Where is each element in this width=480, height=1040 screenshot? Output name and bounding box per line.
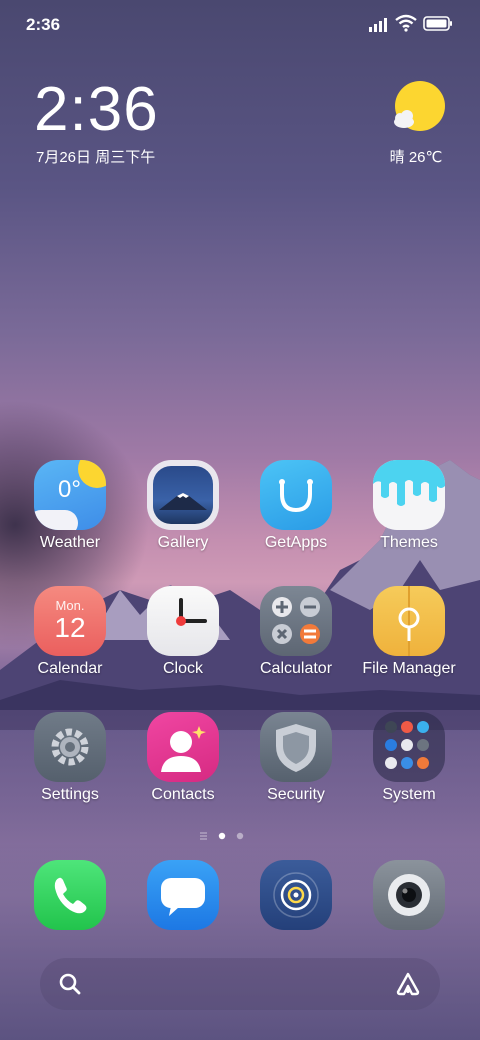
app-file-manager[interactable]: File Manager	[353, 586, 465, 678]
browser-icon	[260, 860, 332, 930]
app-gallery[interactable]: Gallery	[127, 460, 239, 552]
app-label: Security	[267, 786, 325, 803]
clock-icon	[147, 586, 219, 656]
app-security[interactable]: Security	[240, 712, 352, 804]
app-settings[interactable]: Settings	[14, 712, 126, 804]
wifi-icon	[395, 14, 417, 32]
app-clock[interactable]: Clock	[127, 586, 239, 678]
search-bar[interactable]	[40, 958, 440, 1010]
calendar-day: 12	[54, 612, 86, 643]
weather-temperature: 26℃	[408, 149, 443, 166]
file-manager-icon	[373, 586, 445, 656]
app-label: Weather	[39, 534, 101, 551]
signal-icon	[369, 18, 387, 32]
themes-icon	[373, 460, 445, 530]
settings-icon	[34, 712, 106, 782]
weather-app-icon: 0°	[34, 460, 106, 530]
status-bar: 2:36	[0, 0, 480, 50]
app-contacts[interactable]: Contacts	[127, 712, 239, 804]
app-label: Gallery	[157, 534, 209, 551]
gallery-icon	[147, 460, 219, 530]
app-label: Calculator	[259, 660, 333, 677]
dock-phone[interactable]	[14, 860, 126, 930]
system-folder-icon	[373, 712, 445, 782]
app-label: Calendar	[37, 660, 103, 677]
message-icon	[147, 860, 219, 930]
app-label: Settings	[41, 786, 99, 803]
app-system-folder[interactable]: System	[353, 712, 465, 804]
app-getapps[interactable]: GetApps	[240, 460, 352, 552]
clock-widget-time[interactable]: 2:36	[34, 78, 159, 142]
weather-widget-text[interactable]: 晴 26℃	[386, 146, 446, 167]
battery-icon	[423, 16, 452, 31]
calculator-icon	[260, 586, 332, 656]
page-indicator[interactable]	[199, 831, 249, 841]
search-icon[interactable]	[58, 972, 82, 996]
status-time: 2:36	[26, 15, 61, 34]
dock-messaging[interactable]	[127, 860, 239, 930]
app-weather[interactable]: 0° Weather	[14, 460, 126, 552]
app-label: System	[382, 786, 436, 803]
app-label: File Manager	[362, 660, 456, 677]
app-label: Contacts	[151, 786, 215, 803]
sun-icon[interactable]	[390, 80, 446, 136]
getapps-icon	[260, 460, 332, 530]
app-themes[interactable]: Themes	[353, 460, 465, 552]
security-icon	[260, 712, 332, 782]
app-label: GetApps	[264, 534, 328, 551]
camera-icon	[373, 860, 445, 930]
app-calendar[interactable]: Mon. 12 Calendar	[14, 586, 126, 678]
dock-camera[interactable]	[353, 860, 465, 930]
phone-icon	[34, 860, 106, 930]
calendar-icon: Mon. 12	[34, 586, 106, 656]
weather-condition: 晴	[389, 149, 405, 166]
calendar-month: Mon.	[55, 598, 85, 613]
assistant-icon[interactable]	[394, 970, 422, 998]
app-label: Clock	[162, 660, 203, 677]
contacts-icon	[147, 712, 219, 782]
app-label: Themes	[380, 534, 438, 551]
weather-app-temp: 0°	[58, 476, 81, 503]
clock-widget-date[interactable]: 7月26日 周三下午	[36, 146, 155, 167]
dock-browser[interactable]	[240, 860, 352, 930]
app-calculator[interactable]: Calculator	[240, 586, 352, 678]
